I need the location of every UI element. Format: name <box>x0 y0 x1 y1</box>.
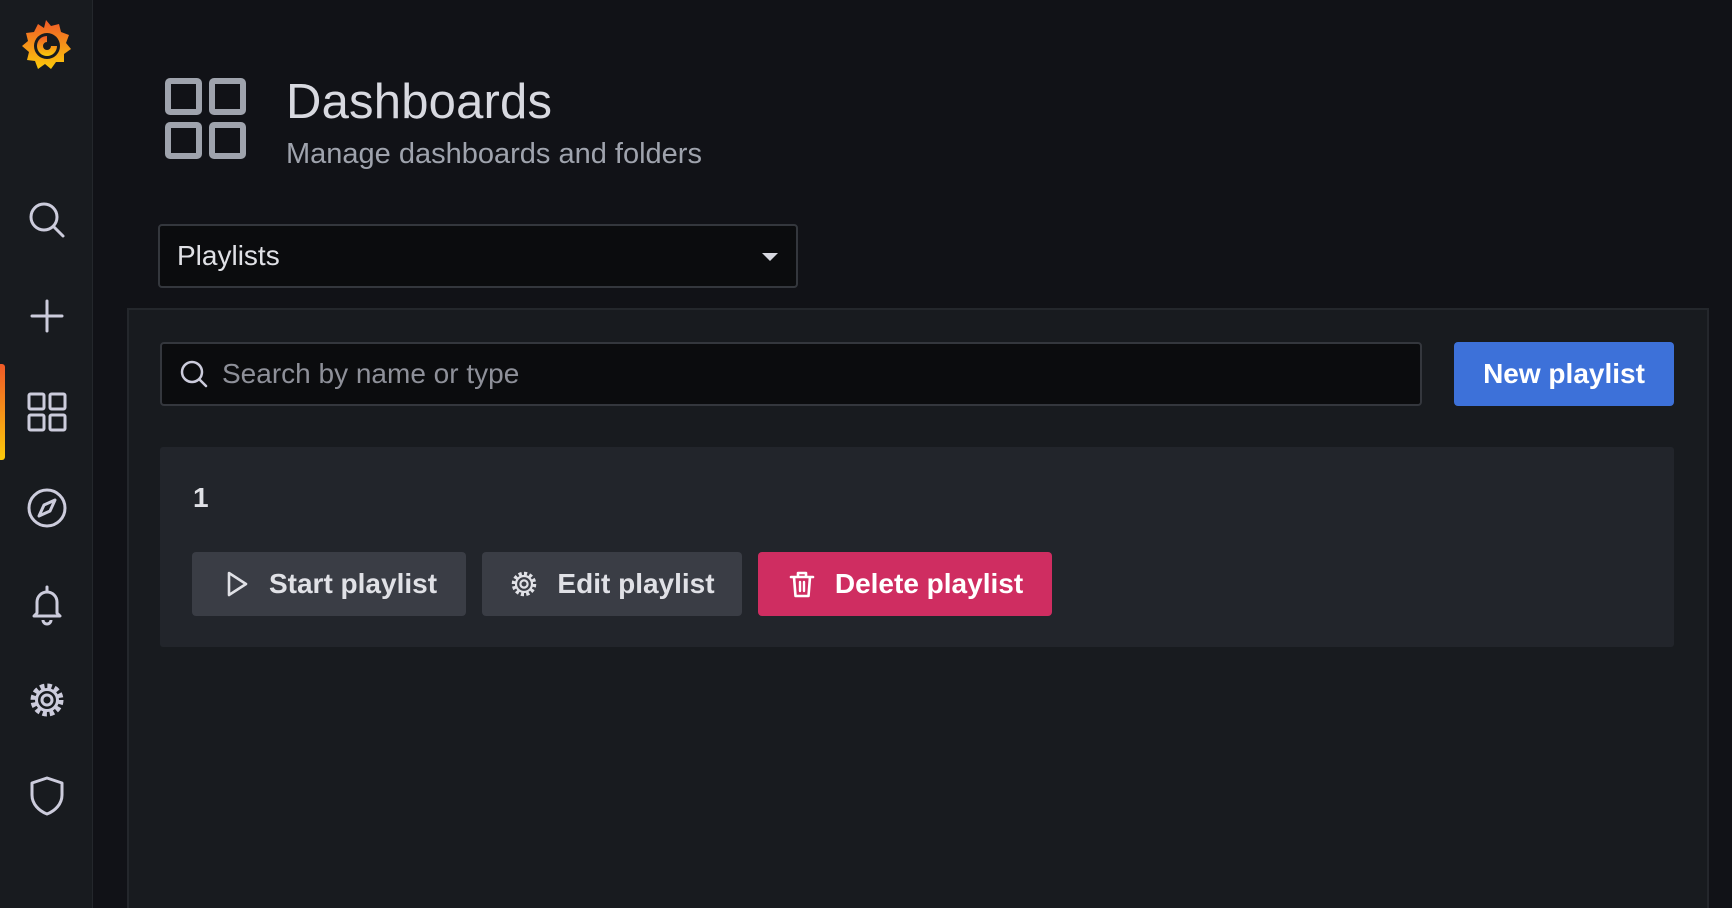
caret-down-icon <box>762 253 778 261</box>
edit-playlist-label: Edit playlist <box>557 568 715 599</box>
edit-playlist-button[interactable]: Edit playlist <box>482 552 742 616</box>
sidebar-item-search[interactable] <box>0 172 93 268</box>
sidebar-item-configuration[interactable] <box>0 652 93 748</box>
start-playlist-label: Start playlist <box>268 568 438 599</box>
start-playlist-button[interactable]: Start playlist <box>192 552 466 616</box>
search-icon <box>29 202 64 238</box>
playlist-name: 1 <box>193 482 209 513</box>
sidebar-item-create[interactable] <box>0 268 93 364</box>
shield-icon <box>30 776 63 816</box>
sidebar <box>0 0 93 908</box>
sidebar-item-explore[interactable] <box>0 460 93 556</box>
dashboards-icon <box>27 392 66 432</box>
compass-icon <box>27 488 66 528</box>
sidebar-item-dashboards[interactable] <box>0 364 93 460</box>
new-playlist-button[interactable]: New playlist <box>1454 342 1674 406</box>
sidebar-item-alerting[interactable] <box>0 556 93 652</box>
bell-icon <box>32 585 61 626</box>
gear-icon <box>512 571 537 597</box>
search-icon <box>180 360 208 388</box>
gear-icon <box>30 683 63 717</box>
search-input[interactable] <box>222 358 1402 390</box>
sidebar-item-server-admin[interactable] <box>0 748 93 844</box>
play-icon <box>227 571 248 597</box>
page-title: Dashboards <box>286 75 553 129</box>
tab-select-value: Playlists <box>177 240 280 271</box>
app-root: Dashboards Manage dashboards and folders… <box>0 0 1732 908</box>
playlist-card <box>160 447 1674 647</box>
plus-icon <box>30 299 63 333</box>
search-box[interactable] <box>160 342 1422 406</box>
delete-playlist-label: Delete playlist <box>834 568 1024 599</box>
delete-playlist-button[interactable]: Delete playlist <box>758 552 1052 616</box>
grafana-logo-icon[interactable] <box>18 17 74 73</box>
dashboards-icon <box>165 78 246 159</box>
page-subtitle: Manage dashboards and folders <box>286 138 702 170</box>
trash-icon <box>789 571 815 598</box>
tab-select[interactable]: Playlists <box>158 224 798 288</box>
